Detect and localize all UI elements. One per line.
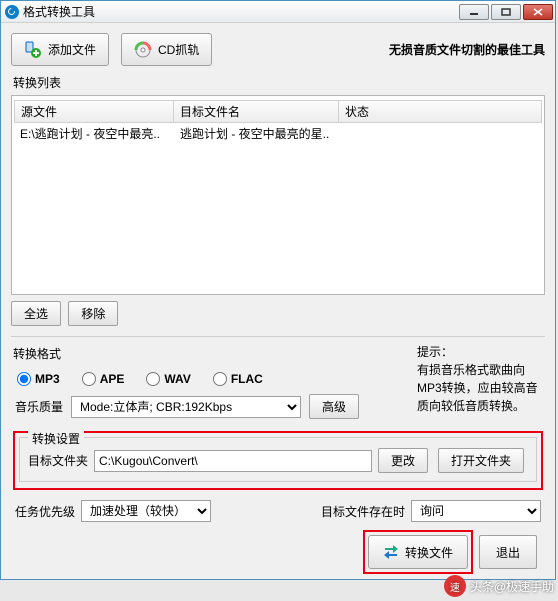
cd-grab-label: CD抓轨 [158, 41, 199, 58]
watermark: 速 头条@极速手助 [444, 575, 554, 597]
remove-button[interactable]: 移除 [68, 301, 118, 326]
format-section: 转换格式 MP3 APE WAV FLAC 音乐质量 Mode:立体声; CBR… [11, 336, 545, 419]
settings-legend: 转换设置 [28, 430, 84, 447]
exists-label: 目标文件存在时 [321, 503, 405, 520]
convert-icon [383, 543, 399, 562]
quality-select[interactable]: Mode:立体声; CBR:192Kbps [71, 396, 301, 418]
settings-fieldset: 转换设置 目标文件夹 更改 打开文件夹 [19, 437, 537, 482]
open-folder-button[interactable]: 打开文件夹 [438, 448, 524, 473]
app-icon [5, 5, 19, 19]
select-all-button[interactable]: 全选 [11, 301, 61, 326]
cell-target: 逃跑计划 - 夜空中最亮的星.. [174, 125, 339, 142]
convert-button[interactable]: 转换文件 [368, 535, 468, 569]
convert-highlight: 转换文件 [363, 530, 473, 574]
action-row: 转换文件 退出 [11, 522, 545, 574]
dest-row: 目标文件夹 更改 打开文件夹 [28, 448, 528, 473]
list-label: 转换列表 [13, 74, 543, 91]
tips-box: 提示： 有损音乐格式歌曲向MP3转换，应由较高音质向较低音质转换。 [413, 337, 545, 419]
priority-label: 任务优先级 [15, 503, 75, 520]
exists-group: 目标文件存在时 询问 [321, 500, 541, 522]
file-list[interactable]: 源文件 目标文件名 状态 E:\逃跑计划 - 夜空中最亮.. 逃跑计划 - 夜空… [11, 95, 545, 295]
add-file-button[interactable]: 添加文件 [11, 33, 109, 66]
table-row[interactable]: E:\逃跑计划 - 夜空中最亮.. 逃跑计划 - 夜空中最亮的星.. [14, 123, 542, 144]
quality-row: 音乐质量 Mode:立体声; CBR:192Kbps 高级 [11, 394, 413, 419]
quality-label: 音乐质量 [15, 398, 63, 415]
maximize-button[interactable] [491, 4, 521, 20]
radio-mp3[interactable] [17, 372, 31, 386]
slogan-text: 无损音质文件切割的最佳工具 [389, 41, 545, 58]
dest-input[interactable] [94, 450, 372, 472]
radio-flac[interactable] [213, 372, 227, 386]
window-title: 格式转换工具 [23, 3, 459, 20]
format-label: 转换格式 [13, 345, 411, 362]
priority-group: 任务优先级 加速处理（较快） [15, 500, 211, 522]
tips-title: 提示： [417, 343, 541, 361]
col-source[interactable]: 源文件 [14, 100, 174, 123]
format-ape[interactable]: APE [82, 372, 125, 386]
watermark-text: 头条@极速手助 [470, 578, 554, 595]
close-button[interactable] [523, 4, 553, 20]
music-add-icon [24, 41, 42, 59]
exists-select[interactable]: 询问 [411, 500, 541, 522]
window-body: 添加文件 CD抓轨 无损音质文件切割的最佳工具 转换列表 源文件 目标文件名 状… [1, 23, 555, 584]
settings-highlight: 转换设置 目标文件夹 更改 打开文件夹 [13, 431, 543, 490]
dest-label: 目标文件夹 [28, 452, 88, 469]
convert-label: 转换文件 [405, 544, 453, 561]
format-left: 转换格式 MP3 APE WAV FLAC 音乐质量 Mode:立体声; CBR… [11, 337, 413, 419]
format-wav[interactable]: WAV [146, 372, 190, 386]
advanced-button[interactable]: 高级 [309, 394, 359, 419]
minimize-button[interactable] [459, 4, 489, 20]
toolbar: 添加文件 CD抓轨 无损音质文件切割的最佳工具 [11, 33, 545, 66]
add-file-label: 添加文件 [48, 41, 96, 58]
cell-source: E:\逃跑计划 - 夜空中最亮.. [14, 125, 174, 142]
app-window: 格式转换工具 添加文件 CD抓轨 无损音质文件切割的最佳工具 转换列表 [0, 0, 556, 580]
list-header: 源文件 目标文件名 状态 [14, 100, 542, 123]
bottom-row: 任务优先级 加速处理（较快） 目标文件存在时 询问 [11, 500, 545, 522]
col-status[interactable]: 状态 [339, 100, 542, 123]
watermark-avatar-icon: 速 [444, 575, 466, 597]
title-bar: 格式转换工具 [1, 1, 555, 23]
window-controls [459, 4, 553, 20]
cd-grab-button[interactable]: CD抓轨 [121, 33, 212, 66]
col-target[interactable]: 目标文件名 [174, 100, 339, 123]
radio-wav[interactable] [146, 372, 160, 386]
cell-status [339, 125, 542, 142]
exit-button[interactable]: 退出 [479, 535, 537, 569]
format-flac[interactable]: FLAC [213, 372, 263, 386]
format-mp3[interactable]: MP3 [17, 372, 60, 386]
change-button[interactable]: 更改 [378, 448, 428, 473]
format-options: MP3 APE WAV FLAC [11, 366, 413, 394]
cd-icon [134, 41, 152, 59]
priority-select[interactable]: 加速处理（较快） [81, 500, 211, 522]
radio-ape[interactable] [82, 372, 96, 386]
tips-body: 有损音乐格式歌曲向MP3转换，应由较高音质向较低音质转换。 [417, 361, 541, 415]
list-buttons: 全选 移除 [11, 301, 545, 326]
